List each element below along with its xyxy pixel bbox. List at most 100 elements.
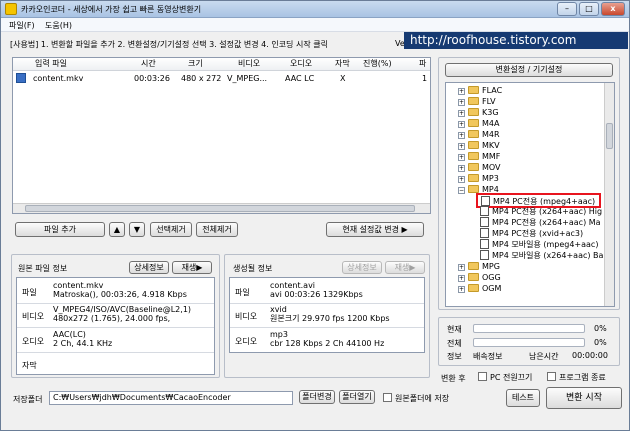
tree-preset-item[interactable]: MP4 PC전용 (xvid+ac3) [480, 228, 583, 239]
row-time: 00:03:26 [134, 74, 170, 83]
source-file-container: Matroska(), 00:03:26, 4.918 Kbps [53, 290, 187, 299]
document-icon [480, 206, 489, 216]
move-down-button[interactable]: ▼ [129, 222, 145, 237]
tree-preset-item[interactable]: MP4 PC전용 (x264+aac) Ma [480, 217, 601, 228]
tree-item-label: MP3 [482, 174, 499, 183]
total-progress-value: 0% [594, 338, 607, 347]
expand-icon[interactable]: + [458, 110, 465, 117]
expand-icon[interactable]: + [458, 275, 465, 282]
scroll-thumb[interactable] [25, 205, 415, 212]
output-play-button[interactable]: 재생▶ [385, 261, 425, 274]
output-detail-button[interactable]: 상세정보 [342, 261, 382, 274]
menu-help[interactable]: 도움(H) [45, 20, 72, 31]
expand-icon[interactable]: + [458, 264, 465, 271]
tree-folder-item[interactable]: + MPG [458, 261, 500, 272]
folder-icon [468, 284, 479, 292]
tree-folder-item[interactable]: + MMF [458, 151, 500, 162]
save-folder-input[interactable]: C:₩Users₩jdh₩Documents₩CacaoEncoder [49, 391, 293, 405]
folder-icon [468, 163, 479, 171]
tree-folder-item[interactable]: + MOV [458, 162, 501, 173]
menu-file[interactable]: 파일(F) [9, 20, 35, 31]
document-icon [480, 228, 489, 238]
tree-item-label: MP4 모바일용 (x264+aac) Ba [492, 251, 604, 260]
title-bar[interactable]: 카카오인코더 - 세상에서 가장 쉽고 빠른 동영상변환기 – □ x [1, 1, 629, 18]
col-subtitle[interactable]: 자막 [335, 58, 350, 70]
divider [17, 327, 214, 328]
save-to-source-checkbox[interactable]: 원본폴더에 저장 [383, 393, 449, 404]
total-progress-label: 전체 [447, 339, 462, 348]
divider [17, 352, 214, 353]
expand-icon[interactable]: + [458, 88, 465, 95]
tree-folder-item[interactable]: + K3G [458, 107, 499, 118]
usage-steps: [사용법] 1. 변환할 파일을 추가 2. 변환설정/기기설정 선택 3. 설… [10, 40, 328, 49]
horizontal-scrollbar[interactable] [13, 203, 430, 213]
col-progress[interactable]: 진행(%) [363, 58, 392, 70]
remove-all-button[interactable]: 전체제거 [196, 222, 238, 237]
progress-group: 현재 0% 전체 0% 정보 배속정보 남은시간 00:00:00 [438, 317, 620, 366]
tree-item-label: MOV [482, 163, 501, 172]
source-video-label: 비디오 [22, 312, 45, 321]
scroll-thumb[interactable] [606, 123, 613, 149]
expand-icon[interactable]: + [458, 121, 465, 128]
checkbox-icon[interactable] [547, 372, 556, 381]
source-play-button[interactable]: 재생▶ [172, 261, 212, 274]
expand-icon[interactable]: + [458, 132, 465, 139]
program-exit-checkbox[interactable]: 프로그램 종료 [547, 372, 606, 383]
maximize-button[interactable]: □ [579, 2, 599, 16]
expand-icon[interactable]: − [458, 187, 465, 194]
pc-off-checkbox[interactable]: PC 전원끄기 [478, 372, 532, 383]
change-folder-button[interactable]: 폴더변경 [299, 390, 335, 404]
expand-icon[interactable]: + [458, 99, 465, 106]
tree-folder-item[interactable]: + MKV [458, 140, 500, 151]
expand-icon[interactable]: + [458, 286, 465, 293]
tree-item-label: M4A [482, 119, 500, 128]
tree-folder-item[interactable]: + M4R [458, 129, 500, 140]
tree-folder-item[interactable]: + MP3 [458, 173, 499, 184]
close-button[interactable]: x [601, 2, 625, 16]
checkbox-icon[interactable] [383, 393, 392, 402]
output-info-group: 생성될 정보 상세정보 재생▶ 파일 content.avi avi 00:03… [224, 254, 430, 378]
expand-icon[interactable]: + [458, 154, 465, 161]
col-size[interactable]: 크기 [188, 58, 203, 70]
tree-folder-item[interactable]: + OGM [458, 283, 501, 294]
col-time[interactable]: 시간 [141, 58, 156, 70]
info-label: 정보 [447, 352, 462, 361]
settings-tree[interactable]: + FLAC + FLV + K3G + M4A + M4R + MKV + MMF + MOV + MP3 − MP… [445, 82, 615, 307]
expand-icon[interactable]: + [458, 165, 465, 172]
speed-label: 배속정보 [473, 352, 503, 361]
tree-preset-item[interactable]: MP4 모바일용 (x264+aac) Ba [480, 250, 603, 261]
col-audio[interactable]: 오디오 [290, 58, 312, 70]
output-info-panel: 파일 content.avi avi 00:03:26 1329Kbps 비디오… [229, 277, 425, 353]
file-list[interactable]: 입력 파일 시간 크기 비디오 오디오 자막 진행(%) 파 content.m… [12, 57, 431, 214]
source-detail-button[interactable]: 상세정보 [129, 261, 169, 274]
total-progress-bar [473, 338, 585, 347]
expand-icon[interactable]: + [458, 176, 465, 183]
checkbox-icon[interactable] [478, 372, 487, 381]
col-video[interactable]: 비디오 [238, 58, 260, 70]
change-settings-button[interactable]: 현재 설정값 변경 ▶ [326, 222, 424, 237]
source-video-detail: 480x272 (1.765), 24.000 fps, [53, 314, 171, 323]
table-row[interactable]: content.mkv 00:03:26 480 x 272 V_MPEG...… [13, 72, 430, 84]
add-file-button[interactable]: 파일 추가 [15, 222, 105, 237]
save-folder-label: 저장폴더 [13, 395, 43, 404]
vertical-scrollbar[interactable] [604, 83, 614, 306]
remove-selected-button[interactable]: 선택제거 [150, 222, 192, 237]
tree-folder-item[interactable]: + OGG [458, 272, 501, 283]
after-convert-label: 변환 후 [441, 374, 466, 383]
tree-item-label: FLAC [482, 86, 503, 95]
expand-icon[interactable]: + [458, 143, 465, 150]
col-input-file[interactable]: 입력 파일 [35, 58, 67, 70]
tree-preset-item[interactable]: MP4 모바일용 (mpeg4+aac) [480, 239, 598, 250]
tree-folder-item[interactable]: + FLAC [458, 85, 502, 96]
move-up-button[interactable]: ▲ [109, 222, 125, 237]
tree-folder-item[interactable]: + FLV [458, 96, 496, 107]
tree-preset-item[interactable]: MP4 PC전용 (x264+aac) Hig [480, 206, 602, 217]
col-extra[interactable]: 파 [419, 58, 426, 70]
start-convert-button[interactable]: 변환 시작 [546, 387, 622, 409]
current-progress-value: 0% [594, 324, 607, 333]
settings-header-button[interactable]: 변환설정 / 기기설정 [445, 63, 613, 77]
test-button[interactable]: 테스트 [506, 389, 540, 407]
open-folder-button[interactable]: 폴더열기 [339, 390, 375, 404]
minimize-button[interactable]: – [557, 2, 577, 16]
tree-folder-item[interactable]: + M4A [458, 118, 499, 129]
